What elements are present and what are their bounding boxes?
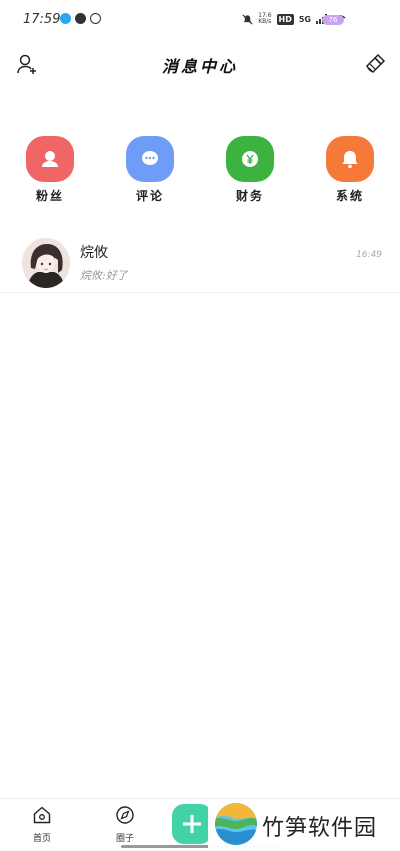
category-comments[interactable]: 评论 — [120, 136, 180, 204]
nav-label: 圈子 — [115, 834, 134, 844]
category-fans[interactable]: 粉丝 — [20, 136, 80, 204]
avatar — [22, 238, 70, 288]
list-item[interactable]: 烷攸 烷攸:好了 16:49 — [0, 236, 400, 293]
page-title: 消息中心 — [161, 57, 238, 76]
hd-badge: HD — [276, 13, 294, 25]
message-preview: 烷攸:好了 — [80, 269, 128, 282]
category-finance[interactable]: 财务 — [220, 136, 280, 204]
create-post-button[interactable] — [172, 804, 212, 844]
network-type: 5G — [298, 14, 311, 24]
network-speed-unit: KB/s — [258, 18, 272, 25]
chat-bubble-icon — [126, 136, 174, 182]
person-icon — [26, 136, 74, 182]
qq-icon — [60, 13, 71, 24]
bell-icon — [326, 136, 374, 182]
header-bar: 消息中心 — [0, 45, 400, 85]
status-bar: 17:59 17.6 KB/s HD 5G 76 — [0, 0, 400, 40]
yen-icon — [226, 136, 274, 182]
message-categories: 粉丝 评论 财务 系统 — [0, 136, 400, 206]
battery-icon: 76 — [322, 15, 344, 25]
plus-icon — [183, 815, 201, 833]
category-label: 粉丝 — [35, 189, 64, 203]
compass-icon — [116, 806, 134, 824]
status-time: 17:59 — [23, 12, 61, 27]
app-notification-icon — [90, 13, 101, 24]
mute-bell-icon — [242, 13, 253, 25]
category-label: 财务 — [235, 189, 264, 203]
wechat-icon — [75, 13, 86, 24]
nav-circle[interactable]: 圈子 — [105, 805, 145, 844]
nav-label: 首页 — [32, 834, 51, 844]
category-label: 系统 — [335, 189, 364, 203]
message-sender-name: 烷攸 — [80, 245, 108, 261]
message-time: 16:49 — [356, 250, 382, 260]
category-label: 评论 — [135, 189, 164, 203]
watermark-logo-icon — [215, 803, 257, 845]
watermark: 竹笋软件园 — [208, 800, 400, 850]
nav-home[interactable]: 首页 — [22, 805, 62, 844]
watermark-text: 竹笋软件园 — [262, 816, 378, 841]
home-icon — [33, 806, 51, 824]
category-system[interactable]: 系统 — [320, 136, 380, 204]
network-speed: 17.6 KB/s — [258, 13, 271, 25]
clear-broom-icon[interactable] — [364, 53, 386, 75]
status-notification-icons — [60, 13, 101, 24]
